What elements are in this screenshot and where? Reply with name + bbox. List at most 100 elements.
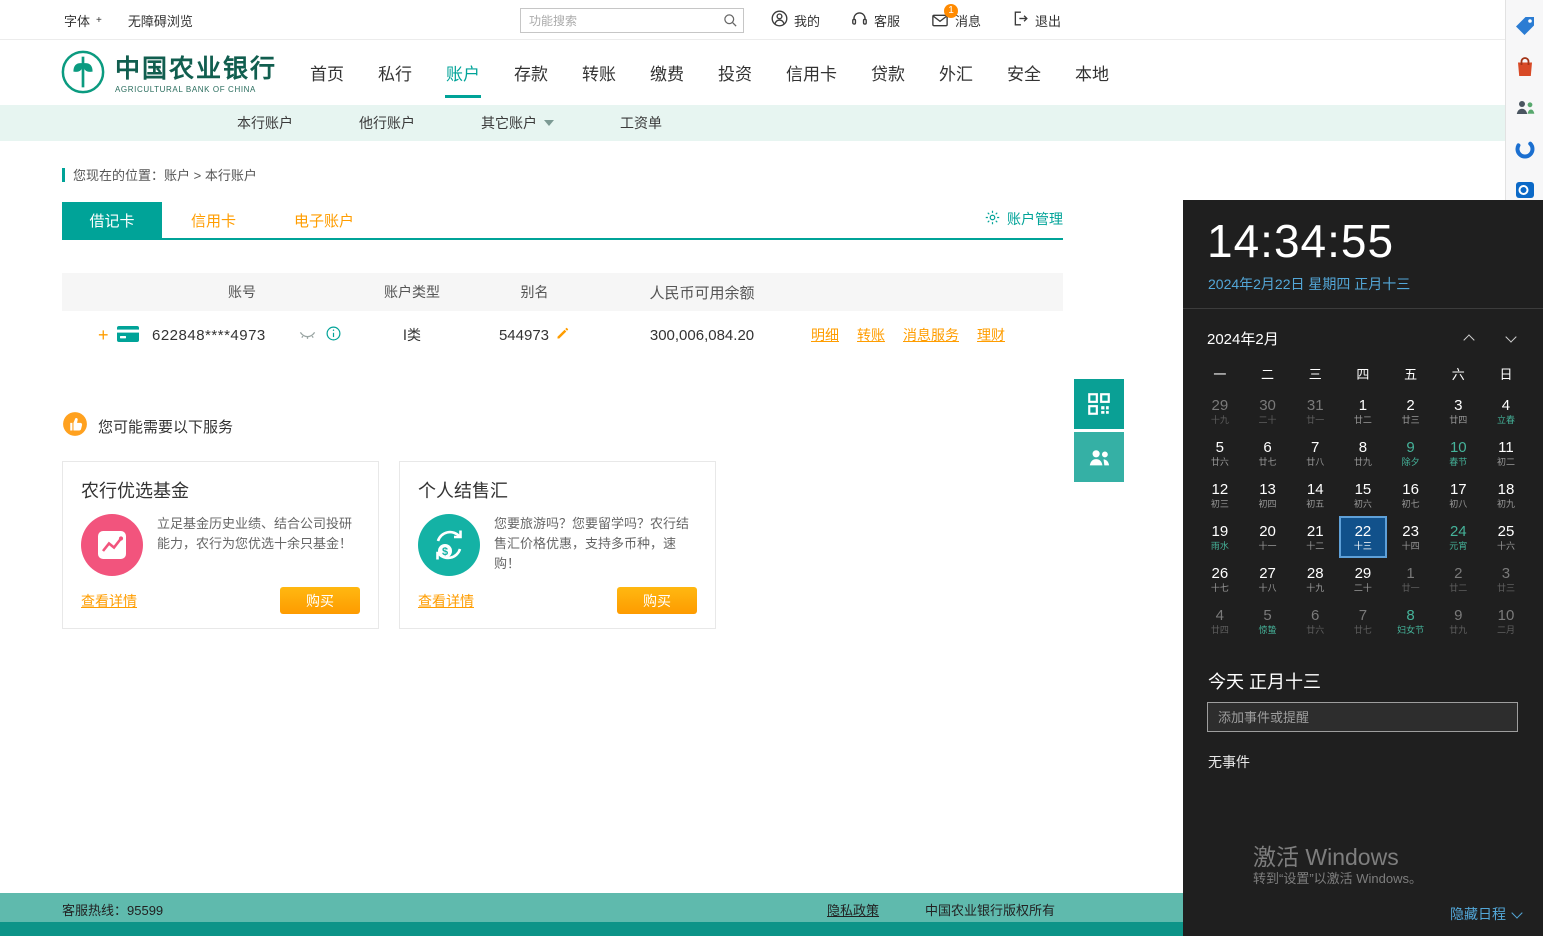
account-action-2[interactable]: 消息服务 [903,325,959,345]
calendar-day[interactable]: 16初七 [1387,474,1435,516]
no-events-label: 无事件 [1208,752,1250,772]
hide-agenda-button[interactable]: 隐藏日程 [1450,904,1521,924]
calendar-day[interactable]: 29二十 [1339,558,1387,600]
calendar-day[interactable]: 28十九 [1291,558,1339,600]
shopping-tag-icon[interactable] [1513,14,1537,38]
privacy-policy-link[interactable]: 隐私政策 [827,900,879,919]
calendar-day[interactable]: 31廿一 [1291,390,1339,432]
subnav-item-0[interactable]: 本行账户 [237,113,293,133]
calendar-day[interactable]: 17初八 [1434,474,1482,516]
tab-2[interactable]: 电子账户 [265,202,383,238]
account-tab-bar: 借记卡信用卡电子账户 账户管理 [62,202,1063,240]
clock-date-link[interactable]: 2024年2月22日 星期四 正月十三 [1208,274,1410,294]
calendar-day[interactable]: 6廿七 [1244,432,1292,474]
account-manage-button[interactable]: 账户管理 [984,209,1063,238]
view-details-link[interactable]: 查看详情 [418,591,474,611]
buy-button[interactable]: 购买 [617,587,697,614]
next-month-button[interactable] [1503,329,1519,348]
calendar-day[interactable]: 10春节 [1434,432,1482,474]
calendar-day[interactable]: 4立春 [1482,390,1530,432]
view-details-link[interactable]: 查看详情 [81,591,137,611]
subnav-item-3[interactable]: 工资单 [620,113,662,133]
calendar-day[interactable]: 2廿三 [1387,390,1435,432]
swirl-app-icon[interactable] [1513,137,1537,161]
nav-item-1[interactable]: 私行 [376,57,414,88]
outlook-icon[interactable] [1513,178,1537,202]
month-label[interactable]: 2024年2月 [1207,328,1279,349]
my-profile-link[interactable]: 我的 [770,9,820,31]
calendar-day[interactable]: 11初二 [1482,432,1530,474]
account-action-1[interactable]: 转账 [857,325,885,345]
calendar-day[interactable]: 25十六 [1482,516,1530,558]
tab-1[interactable]: 信用卡 [162,202,265,238]
calendar-day[interactable]: 15初六 [1339,474,1387,516]
bank-logo[interactable]: 中国农业银行 AGRICULTURAL BANK OF CHINA [60,49,277,100]
calendar-day[interactable]: 9廿九 [1434,600,1482,642]
calendar-day[interactable]: 5惊蛰 [1244,600,1292,642]
calendar-day[interactable]: 24元宵 [1434,516,1482,558]
today-label[interactable]: 今天 正月十三 [1208,668,1321,694]
calendar-day[interactable]: 1廿二 [1339,390,1387,432]
info-icon[interactable] [325,325,342,345]
calendar-day[interactable]: 13初四 [1244,474,1292,516]
nav-item-6[interactable]: 投资 [716,57,754,88]
calendar-day[interactable]: 7廿七 [1339,600,1387,642]
account-action-3[interactable]: 理财 [977,325,1005,345]
qr-code-button[interactable] [1074,379,1124,429]
calendar-day[interactable]: 4廿四 [1196,600,1244,642]
font-size-control[interactable]: 字体+ [64,11,102,30]
calendar-day[interactable]: 29十九 [1196,390,1244,432]
calendar-day[interactable]: 19雨水 [1196,516,1244,558]
messages-link[interactable]: 1 消息 [930,11,981,30]
nav-item-9[interactable]: 外汇 [937,57,975,88]
contacts-icon[interactable] [1513,96,1537,120]
nav-item-2[interactable]: 账户 [444,57,482,88]
account-action-0[interactable]: 明细 [811,325,839,345]
calendar-day[interactable]: 30二十 [1244,390,1292,432]
calendar-day[interactable]: 3廿三 [1482,558,1530,600]
nav-item-0[interactable]: 首页 [308,57,346,88]
calendar-day[interactable]: 12初三 [1196,474,1244,516]
calendar-day[interactable]: 1廿一 [1387,558,1435,600]
logout-link[interactable]: 退出 [1011,9,1061,31]
shopping-bag-icon[interactable] [1513,55,1537,79]
tab-0[interactable]: 借记卡 [62,202,162,238]
calendar-day[interactable]: 5廿六 [1196,432,1244,474]
calendar-day[interactable]: 26十七 [1196,558,1244,600]
nav-item-4[interactable]: 转账 [580,57,618,88]
subnav-item-1[interactable]: 他行账户 [359,113,415,133]
customer-service-link[interactable]: 客服 [850,9,900,31]
edit-alias-icon[interactable] [555,326,570,345]
contacts-button[interactable] [1074,432,1124,482]
calendar-day[interactable]: 14初五 [1291,474,1339,516]
subnav-item-2[interactable]: 其它账户 [481,113,554,133]
calendar-day[interactable]: 22十三 [1339,516,1387,558]
calendar-day[interactable]: 21十二 [1291,516,1339,558]
nav-item-8[interactable]: 贷款 [869,57,907,88]
calendar-day[interactable]: 27十八 [1244,558,1292,600]
calendar-day[interactable]: 7廿八 [1291,432,1339,474]
nav-item-11[interactable]: 本地 [1073,57,1111,88]
calendar-day[interactable]: 9除夕 [1387,432,1435,474]
search-input[interactable] [521,14,717,28]
calendar-day[interactable]: 8廿九 [1339,432,1387,474]
buy-button[interactable]: 购买 [280,587,360,614]
expand-row-button[interactable]: + [98,327,109,343]
calendar-day[interactable]: 3廿四 [1434,390,1482,432]
hide-balance-eye-icon[interactable] [298,326,317,345]
calendar-day[interactable]: 23十四 [1387,516,1435,558]
prev-month-button[interactable] [1461,329,1477,348]
calendar-day[interactable]: 2廿二 [1434,558,1482,600]
accessibility-link[interactable]: 无障碍浏览 [128,11,193,30]
calendar-day[interactable]: 8妇女节 [1387,600,1435,642]
nav-item-3[interactable]: 存款 [512,57,550,88]
calendar-day[interactable]: 18初九 [1482,474,1530,516]
calendar-day[interactable]: 10二月 [1482,600,1530,642]
nav-item-7[interactable]: 信用卡 [784,57,839,88]
add-event-input[interactable] [1207,702,1518,732]
search-icon[interactable] [717,9,743,32]
nav-item-5[interactable]: 缴费 [648,57,686,88]
calendar-day[interactable]: 6廿六 [1291,600,1339,642]
calendar-day[interactable]: 20十一 [1244,516,1292,558]
nav-item-10[interactable]: 安全 [1005,57,1043,88]
